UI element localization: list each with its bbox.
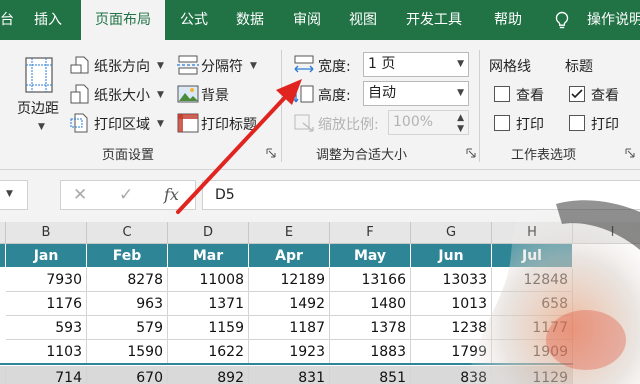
annotation-arrow [176, 79, 302, 214]
